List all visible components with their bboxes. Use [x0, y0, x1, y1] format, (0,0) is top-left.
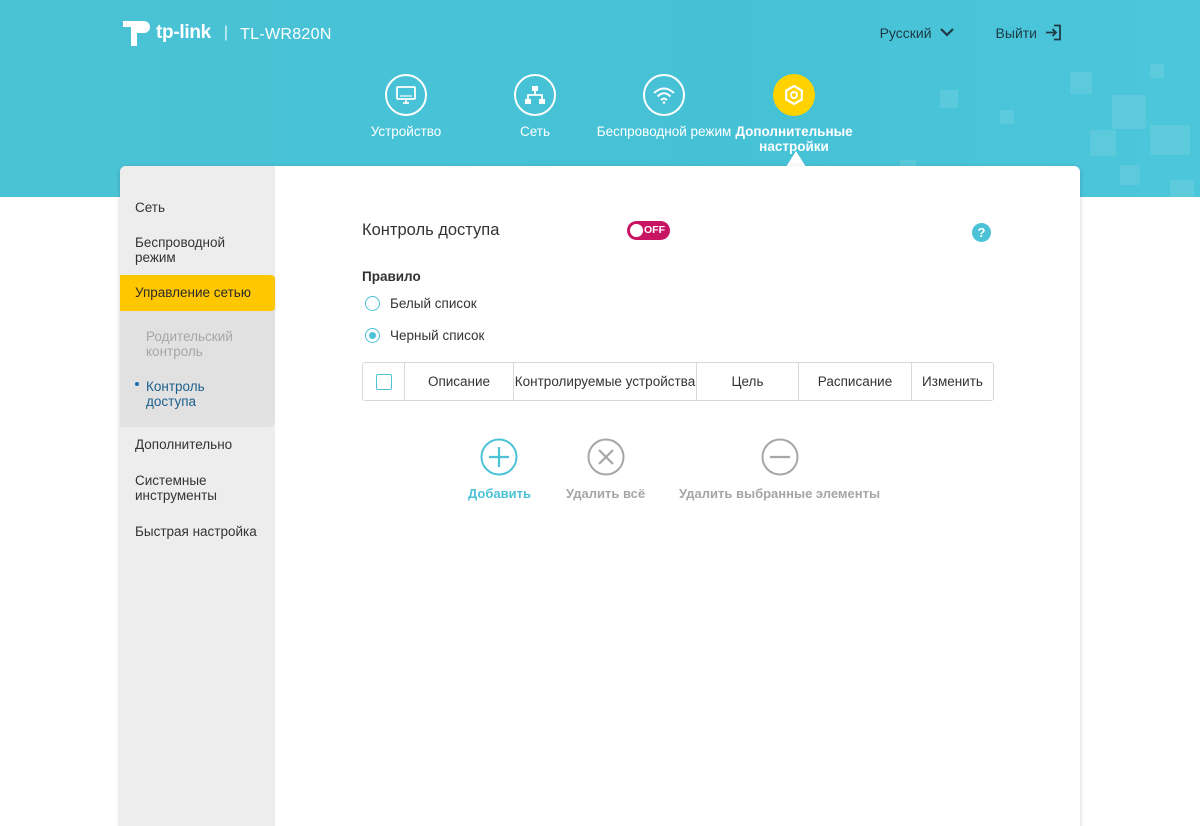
page-title: Контроль доступа: [362, 221, 500, 239]
brand-name: tp-link: [156, 22, 211, 43]
wifi-icon: [643, 74, 685, 116]
decor-pixel: [1112, 95, 1146, 129]
decor-pixel: [940, 90, 958, 108]
sidebar-subitem-parental-control[interactable]: Родительский контроль: [146, 329, 256, 359]
main-panel: Сеть Беспроводной режим Управление сетью…: [120, 166, 1080, 826]
sidebar-item-wireless[interactable]: Беспроводной режим: [135, 235, 265, 265]
sidebar-item-network-control-label: Управление сетью: [135, 285, 251, 300]
active-bullet: [135, 382, 139, 386]
minus-circle-icon: [761, 438, 799, 476]
decor-pixel: [1150, 125, 1190, 155]
toggle-knob: [630, 224, 643, 237]
column-schedule: Расписание: [799, 363, 912, 400]
delete-selected-button[interactable]: Удалить выбранные элементы: [679, 438, 880, 501]
sidebar-subitem-access-control[interactable]: Контроль доступа: [146, 379, 256, 409]
toggle-label: OFF: [644, 224, 665, 236]
top-right-controls: Русский Выйти: [880, 24, 1062, 41]
sidebar-item-advanced[interactable]: Дополнительно: [135, 437, 265, 452]
decor-pixel: [1090, 130, 1116, 156]
rules-table-header: Описание Контролируемые устройства Цель …: [362, 362, 994, 401]
sidebar-item-system-tools[interactable]: Системные инструменты: [135, 473, 265, 503]
add-button-label: Добавить: [468, 486, 531, 501]
brand-separator: |: [223, 24, 229, 41]
radio-blacklist-label: Черный список: [390, 328, 485, 343]
tab-device-label: Устройство: [370, 124, 442, 139]
decor-pixel: [1000, 110, 1014, 124]
active-tab-caret: [786, 151, 806, 167]
brand-logo: tp-link | TL-WR820N: [120, 17, 332, 49]
logout-button[interactable]: Выйти: [996, 24, 1062, 41]
radio-blacklist[interactable]: Черный список: [365, 328, 484, 343]
column-controlled-devices: Контролируемые устройства: [514, 363, 697, 400]
logout-icon: [1046, 24, 1061, 41]
language-selector[interactable]: Русский: [880, 25, 954, 41]
chevron-down-icon: [939, 28, 954, 37]
select-all-checkbox[interactable]: [375, 373, 392, 390]
model-name: TL-WR820N: [240, 25, 332, 43]
decor-pixel: [1070, 72, 1092, 94]
rule-label: Правило: [362, 269, 421, 284]
tab-network-label: Сеть: [519, 124, 551, 139]
column-modify: Изменить: [922, 374, 983, 389]
access-control-toggle[interactable]: OFF: [627, 221, 670, 240]
radio-circle-checked: [365, 328, 380, 343]
column-description: Описание: [405, 363, 514, 400]
add-button[interactable]: Добавить: [468, 438, 531, 501]
decor-pixel: [1120, 165, 1140, 185]
delete-all-button[interactable]: Удалить всё: [566, 438, 645, 501]
tab-wireless[interactable]: Беспроводной режим: [594, 74, 734, 139]
tab-advanced-label: Дополнительные настройки: [735, 124, 853, 154]
help-icon[interactable]: ?: [972, 223, 991, 242]
column-target: Цель: [697, 363, 799, 400]
monitor-icon: [385, 74, 427, 116]
tab-network[interactable]: Сеть: [465, 74, 605, 139]
network-icon: [514, 74, 556, 116]
radio-whitelist-label: Белый список: [390, 296, 477, 311]
gear-icon: [773, 74, 815, 116]
x-circle-icon: [587, 438, 625, 476]
plus-circle-icon: [480, 438, 518, 476]
select-all-cell: [363, 363, 405, 400]
tab-device[interactable]: Устройство: [336, 74, 476, 139]
sidebar-item-quick-setup[interactable]: Быстрая настройка: [135, 524, 265, 539]
sidebar-item-network[interactable]: Сеть: [135, 200, 265, 215]
content-area: Контроль доступа OFF ? Правило Белый спи…: [275, 166, 1080, 826]
sidebar-item-network-control[interactable]: Управление сетью: [120, 275, 275, 311]
sidebar: Сеть Беспроводной режим Управление сетью…: [120, 166, 275, 826]
language-label: Русский: [879, 24, 932, 41]
tab-advanced[interactable]: Дополнительные настройки: [724, 74, 864, 154]
decor-pixel: [1170, 180, 1194, 197]
logout-label: Выйти: [995, 24, 1037, 41]
sidebar-submenu: Родительский контроль Контроль доступа: [120, 311, 275, 427]
tab-wireless-label: Беспроводной режим: [596, 124, 732, 139]
decor-pixel: [1150, 64, 1164, 78]
delete-all-label: Удалить всё: [566, 486, 646, 501]
radio-whitelist[interactable]: Белый список: [365, 296, 477, 311]
tplink-logo-icon: [120, 17, 150, 49]
delete-selected-label: Удалить выбранные элементы: [679, 486, 881, 501]
radio-circle: [365, 296, 380, 311]
